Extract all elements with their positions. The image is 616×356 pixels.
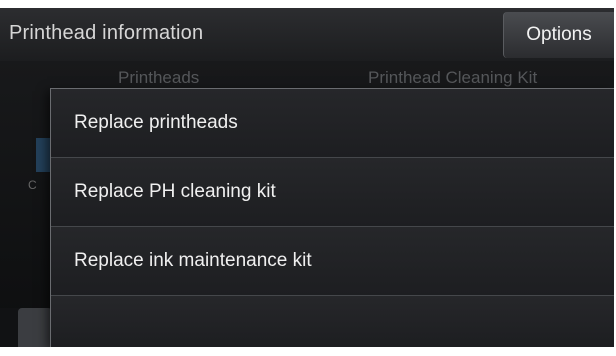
page-title: Printhead information (9, 22, 204, 44)
menu-empty-row (51, 296, 614, 347)
cleaning-kit-column-label: Printhead Cleaning Kit (368, 68, 538, 87)
options-menu: Replace printheads Replace PH cleaning k… (50, 88, 614, 347)
printer-screen: Printhead information Options Printheads… (0, 8, 614, 347)
background-side-indicator (36, 138, 50, 172)
background-tab[interactable] (18, 308, 52, 347)
menu-item-replace-ph-cleaning-kit[interactable]: Replace PH cleaning kit (51, 158, 614, 227)
menu-item-replace-ink-maintenance-kit[interactable]: Replace ink maintenance kit (51, 227, 614, 296)
printheads-column-label: Printheads (118, 68, 200, 87)
title-bar: Printhead information Options (0, 8, 614, 61)
options-button[interactable]: Options (503, 12, 614, 58)
background-side-letter: C (28, 178, 37, 192)
menu-item-replace-printheads[interactable]: Replace printheads (51, 89, 614, 158)
